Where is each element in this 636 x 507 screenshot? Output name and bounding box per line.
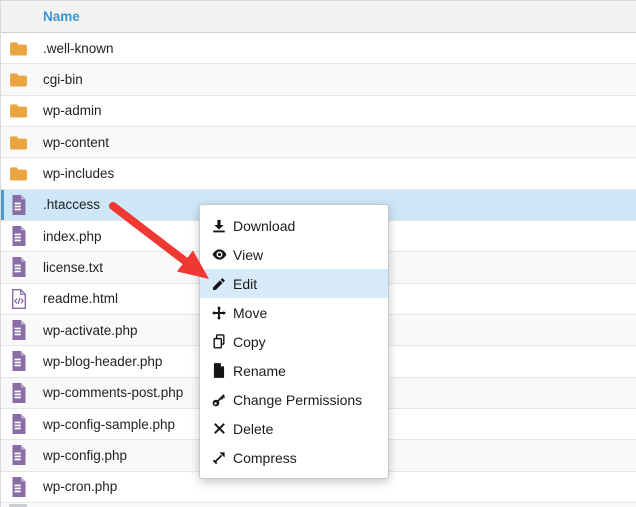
file-row-.well-known[interactable]: .well-known: [1, 33, 636, 65]
copy-icon: [211, 334, 227, 349]
file-table-header: Name: [1, 1, 636, 33]
context-menu-item-download[interactable]: Download: [200, 211, 388, 240]
file-icon: [9, 476, 28, 497]
download-icon: [211, 219, 227, 233]
partial-file-row: [1, 502, 636, 507]
folder-icon: [9, 72, 28, 87]
context-menu-item-change-permissions[interactable]: Change Permissions: [200, 385, 388, 414]
folder-icon: [9, 103, 28, 118]
key-icon: [211, 393, 227, 407]
context-menu-item-rename[interactable]: Rename: [200, 356, 388, 385]
folder-icon: [9, 166, 28, 181]
file-row-wp-includes[interactable]: wp-includes: [1, 158, 636, 190]
eye-icon: [211, 248, 227, 261]
move-icon: [211, 305, 227, 320]
file-row-wp-content[interactable]: wp-content: [1, 126, 636, 159]
context-menu-item-move[interactable]: Move: [200, 298, 388, 327]
context-menu-item-delete[interactable]: Delete: [200, 414, 388, 443]
file-row-wp-admin[interactable]: wp-admin: [1, 95, 636, 127]
rename-icon: [211, 363, 227, 378]
file-icon: [9, 351, 28, 372]
file-icon: [9, 257, 28, 278]
file-manager-screen: Name .well-known cgi-bin wp-admin wp-con…: [0, 0, 636, 507]
file-icon: [9, 445, 28, 466]
compress-icon: [211, 451, 227, 465]
html-file-icon: [9, 288, 28, 309]
delete-icon: [211, 422, 227, 435]
pencil-icon: [211, 277, 227, 291]
context-menu: Download View Edit Move Copy Rename Chan…: [199, 204, 389, 479]
context-menu-item-view[interactable]: View: [200, 240, 388, 269]
context-menu-item-compress[interactable]: Compress: [200, 443, 388, 472]
file-icon: [9, 320, 28, 341]
file-icon: [9, 194, 28, 215]
context-menu-item-copy[interactable]: Copy: [200, 327, 388, 356]
folder-icon: [9, 41, 28, 56]
file-row-cgi-bin[interactable]: cgi-bin: [1, 64, 636, 96]
file-icon: [9, 382, 28, 403]
column-header-name[interactable]: Name: [1, 9, 80, 24]
folder-icon: [9, 135, 28, 150]
file-icon: [9, 226, 28, 247]
file-icon: [9, 414, 28, 435]
context-menu-item-edit[interactable]: Edit: [200, 269, 388, 298]
